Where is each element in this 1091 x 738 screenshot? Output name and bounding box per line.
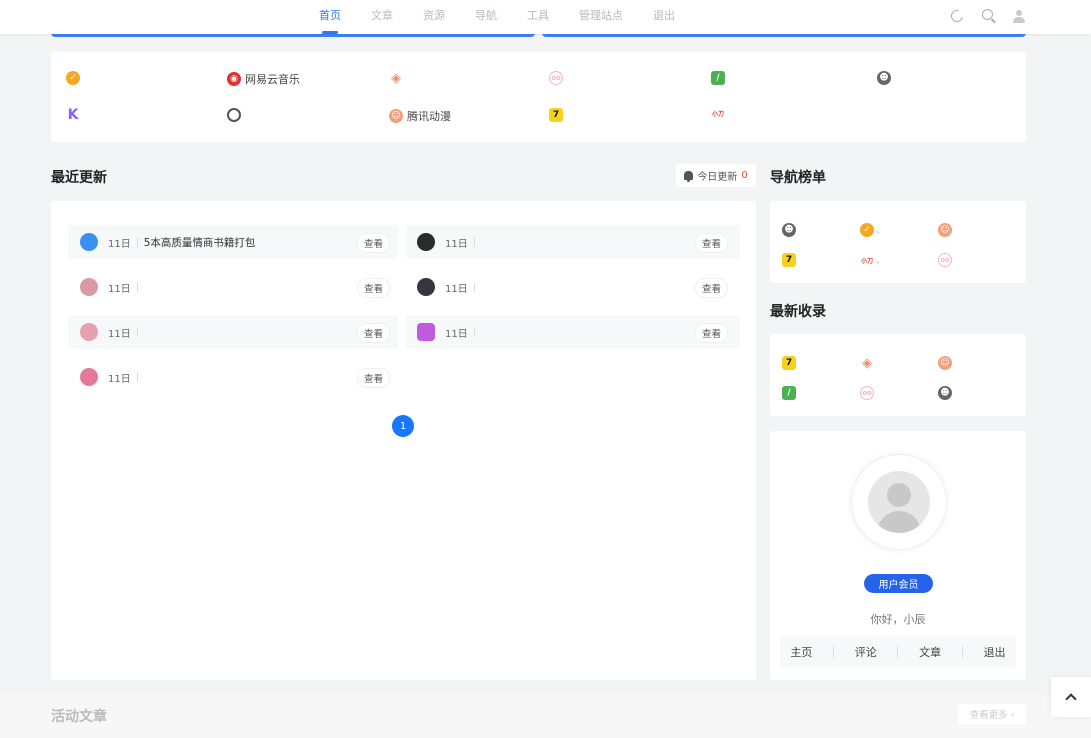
diamond-target-icon: ◈ [389, 70, 403, 86]
profile-logout-link[interactable]: 退出 [984, 644, 1006, 660]
badge-check-icon[interactable]: ✓ [860, 223, 874, 237]
active-articles-title: 活动文章 [51, 709, 107, 725]
nav-articles[interactable]: 文章 [371, 0, 393, 34]
site-link[interactable] [227, 108, 245, 122]
nav-logout[interactable]: 退出 [653, 0, 675, 34]
nav-admin[interactable]: 管理站点 [579, 0, 623, 34]
list-item[interactable]: 11日 [417, 316, 481, 348]
today-updates-button[interactable]: 今日更新 0 [676, 164, 756, 187]
profile-articles-link[interactable]: 文章 [919, 644, 941, 660]
k-logo-icon: K [66, 107, 80, 123]
netease-music-icon: ◉ [227, 72, 241, 86]
crown-q-icon [227, 108, 241, 122]
avatar[interactable] [868, 471, 930, 533]
nav-actions [948, 7, 1025, 25]
site-link[interactable]: 7 [549, 108, 567, 122]
view-button[interactable]: 查看 [358, 369, 390, 387]
search-button[interactable] [981, 8, 997, 24]
latest-card: 7 ◈ ☺ / oo ☻ [770, 334, 1026, 416]
xiaodao-icon: 小刀 [711, 108, 725, 122]
nav-home[interactable]: 首页 [319, 0, 341, 34]
greeting-text: 你好，小辰 [870, 613, 926, 626]
member-badge: 用户会员 [864, 574, 933, 593]
latest-title: 最新收录 [770, 304, 826, 320]
tencent-comic-icon[interactable]: ☺ [938, 223, 952, 237]
list-item[interactable]: 11日 5本高质量情商书籍打包 [80, 226, 255, 258]
item-avatar [417, 233, 435, 251]
user-avatar-icon[interactable] [1013, 9, 1025, 23]
pig-icon[interactable]: oo [860, 386, 874, 400]
moon-icon [948, 7, 966, 25]
back-to-top-button[interactable] [1051, 677, 1091, 717]
nav-navigation[interactable]: 导航 [475, 0, 497, 34]
site-link[interactable]: 小刀 [711, 108, 729, 122]
nav-rank-title: 导航榜单 [770, 170, 826, 186]
view-button[interactable]: 查看 [358, 279, 390, 297]
badge-check-icon: ✓ [66, 71, 80, 85]
item-avatar [80, 323, 98, 341]
dark-mode-toggle[interactable] [948, 7, 966, 25]
seven-icon[interactable]: 7 [782, 356, 796, 370]
profile-home-link[interactable]: 主页 [790, 644, 812, 660]
character-icon[interactable]: ☻ [782, 223, 796, 237]
pagination-page[interactable]: 1 [392, 415, 414, 437]
view-button[interactable]: 查看 [696, 234, 728, 252]
site-link[interactable]: / [711, 71, 729, 85]
recent-list-card [51, 201, 756, 680]
view-button[interactable]: 查看 [696, 324, 728, 342]
seven-icon[interactable]: 7 [782, 253, 796, 267]
list-item[interactable]: 11日 [80, 361, 144, 393]
list-item[interactable]: 11日 [80, 271, 144, 303]
profile-comments-link[interactable]: 评论 [855, 644, 877, 660]
pig-icon[interactable]: oo [938, 253, 952, 267]
view-button[interactable]: 查看 [696, 279, 728, 297]
leaf-icon: / [711, 71, 725, 85]
item-avatar [80, 278, 98, 296]
item-avatar [417, 323, 435, 341]
view-button[interactable]: 查看 [358, 324, 390, 342]
site-link[interactable]: ◈ [389, 70, 407, 86]
site-grid: ✓ ◉ 网易云音乐 ◈ oo / ☻ K ☺ 腾讯动漫 7 小刀 [51, 52, 1026, 142]
leaf-icon[interactable]: / [782, 386, 796, 400]
site-link[interactable]: ◉ 网易云音乐 [227, 71, 300, 87]
bell-icon [684, 171, 694, 182]
item-avatar [417, 278, 435, 296]
tencent-comic-icon: ☺ [389, 109, 403, 123]
profile-links: 主页 评论 文章 退出 [780, 636, 1016, 668]
tencent-comic-icon[interactable]: ☺ [938, 356, 952, 370]
top-nav: 首页 文章 资源 导航 工具 管理站点 退出 [0, 0, 1091, 34]
xiaodao-icon[interactable]: 小刀 [860, 253, 874, 267]
site-link[interactable]: ☻ [877, 71, 895, 85]
nav-menu: 首页 文章 资源 导航 工具 管理站点 退出 [319, 0, 705, 34]
site-link[interactable]: K [66, 107, 84, 123]
site-link[interactable]: ☺ 腾讯动漫 [389, 108, 451, 124]
diamond-target-icon[interactable]: ◈ [860, 356, 874, 371]
nav-rank-card: ☻ ✓ 、 ☺ 7 小刀 、 oo [770, 201, 1026, 283]
list-item[interactable]: 11日 [80, 316, 144, 348]
nav-resources[interactable]: 资源 [423, 0, 445, 34]
item-avatar [80, 368, 98, 386]
character-icon[interactable]: ☻ [938, 386, 952, 400]
character-icon: ☻ [877, 71, 891, 85]
today-count: 0 [741, 170, 748, 181]
pig-icon: oo [549, 71, 563, 85]
view-more-link[interactable]: 查看更多 › [958, 704, 1026, 724]
chevron-up-icon [1065, 693, 1077, 705]
item-avatar [80, 233, 98, 251]
list-item[interactable]: 11日 [417, 271, 481, 303]
nav-tools[interactable]: 工具 [527, 0, 549, 34]
view-button[interactable]: 查看 [358, 234, 390, 252]
list-item[interactable]: 11日 [417, 226, 481, 258]
site-link[interactable]: oo [549, 71, 567, 85]
site-link[interactable]: ✓ [66, 71, 84, 85]
recent-title: 最近更新 [51, 170, 107, 186]
active-articles-section [0, 694, 1091, 738]
seven-icon: 7 [549, 108, 563, 122]
